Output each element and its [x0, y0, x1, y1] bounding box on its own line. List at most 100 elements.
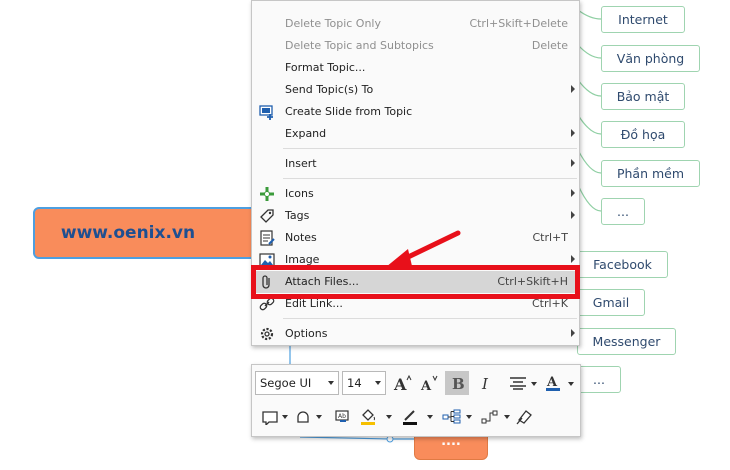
- subtopic-label: ...: [617, 204, 629, 219]
- subtopic-label: Đồ họa: [620, 127, 666, 142]
- subtopic[interactable]: Messenger: [577, 328, 676, 355]
- subtopic[interactable]: ...: [577, 366, 621, 393]
- subtopic-label: Phần mềm: [616, 166, 685, 181]
- font-color-button[interactable]: A: [541, 371, 565, 395]
- notes-icon: [258, 229, 276, 247]
- connector-line: [577, 9, 602, 20]
- subtopic[interactable]: Facebook: [577, 251, 668, 278]
- connector-line: [577, 184, 602, 212]
- menu-item-options[interactable]: Options: [252, 323, 579, 345]
- svg-text:A: A: [393, 375, 407, 392]
- shrink-font-button[interactable]: A: [417, 371, 441, 395]
- subtopic-label: ...: [593, 372, 605, 387]
- menu-item-label: Create Slide from Topic: [285, 105, 413, 118]
- menu-item-label: Expand: [285, 127, 327, 140]
- svg-text:I: I: [481, 375, 489, 391]
- subtopic[interactable]: Internet: [601, 6, 685, 33]
- svg-text:Ab: Ab: [338, 413, 346, 420]
- chevron-down-icon[interactable]: [386, 415, 392, 419]
- submenu-arrow-icon: [571, 159, 575, 167]
- grow-font-button[interactable]: A: [391, 371, 415, 395]
- menu-item-label: Tags: [285, 209, 310, 222]
- chevron-down-icon: [328, 381, 334, 385]
- subtopic-label: Internet: [618, 12, 668, 27]
- menu-item-label: Icons: [285, 187, 314, 200]
- submenu-arrow-icon: [571, 329, 575, 337]
- subtopic[interactable]: Văn phòng: [601, 45, 700, 72]
- line-shape-button[interactable]: [292, 405, 316, 429]
- svg-text:A: A: [546, 375, 558, 390]
- menu-item-shortcut: Ctrl+Skift+Delete: [469, 17, 568, 30]
- icons-icon: [258, 185, 276, 203]
- create-slide-icon: [258, 103, 276, 121]
- menu-item-label: Send Topic(s) To: [285, 83, 374, 96]
- subtopic[interactable]: Phần mềm: [601, 160, 700, 187]
- connector-style-button[interactable]: [478, 405, 502, 429]
- menu-item-expand[interactable]: Expand: [252, 123, 579, 145]
- submenu-arrow-icon: [571, 189, 575, 197]
- layout-button[interactable]: [440, 405, 464, 429]
- chevron-down-icon[interactable]: [316, 415, 322, 419]
- connector-line: [577, 149, 602, 174]
- chevron-down-icon[interactable]: [282, 415, 288, 419]
- menu-item-send-topics-to[interactable]: Send Topic(s) To: [252, 79, 579, 101]
- menu-separator: [283, 148, 577, 149]
- chevron-down-icon[interactable]: [427, 415, 433, 419]
- bold-button[interactable]: B: [445, 371, 469, 395]
- chevron-down-icon[interactable]: [466, 415, 472, 419]
- chevron-down-icon: [375, 381, 381, 385]
- subtopic-label: Facebook: [593, 257, 652, 272]
- menu-item-format-topic[interactable]: Format Topic...: [252, 57, 579, 79]
- central-topic[interactable]: www.oenix.vn: [33, 207, 263, 259]
- submenu-arrow-icon: [571, 255, 575, 263]
- connector-line: [577, 114, 602, 135]
- annotation-arrow-icon: [386, 230, 461, 267]
- subtopic-label: Văn phòng: [616, 51, 685, 66]
- subtopic-label: Messenger: [592, 334, 661, 349]
- format-painter-button[interactable]: Ab: [330, 405, 354, 429]
- menu-item-create-slide[interactable]: Create Slide from Topic: [252, 101, 579, 123]
- menu-item-label: Delete Topic Only: [285, 17, 381, 30]
- menu-item-label: Format Topic...: [285, 61, 366, 74]
- chevron-down-icon[interactable]: [568, 382, 574, 386]
- fill-color-button[interactable]: [356, 405, 380, 429]
- menu-item-label: Options: [285, 327, 328, 340]
- menu-item-insert[interactable]: Insert: [252, 153, 579, 175]
- topic-shape-button[interactable]: [258, 405, 282, 429]
- font-family-select[interactable]: Segoe UI: [255, 371, 339, 395]
- subtopic[interactable]: Bảo mật: [601, 83, 685, 110]
- menu-item-tags[interactable]: Tags: [252, 205, 579, 227]
- tag-icon: [258, 207, 276, 225]
- subtopic[interactable]: ...: [601, 198, 645, 225]
- subtopic-label: Bảo mật: [616, 89, 670, 104]
- svg-text:A: A: [420, 379, 432, 392]
- subtopic[interactable]: Đồ họa: [601, 121, 685, 148]
- menu-item-delete-topic-only[interactable]: Delete Topic Only Ctrl+Skift+Delete: [252, 13, 579, 35]
- line-color-button[interactable]: [398, 405, 422, 429]
- menu-item-label: Delete Topic and Subtopics: [285, 39, 434, 52]
- menu-item-icons[interactable]: Icons: [252, 183, 579, 205]
- connector-line: [577, 79, 602, 97]
- font-family-value: Segoe UI: [260, 376, 312, 390]
- font-size-select[interactable]: 14: [342, 371, 386, 395]
- menu-item-shortcut: Delete: [531, 39, 568, 52]
- subtopic[interactable]: Gmail: [577, 289, 645, 316]
- submenu-arrow-icon: [571, 211, 575, 219]
- menu-separator: [283, 318, 577, 319]
- format-toolbar: Segoe UI 14 A A B I A Ab: [251, 364, 581, 437]
- chevron-down-icon[interactable]: [531, 382, 537, 386]
- menu-item-label: Notes: [285, 231, 317, 244]
- submenu-arrow-icon: [571, 129, 575, 137]
- svg-text:B: B: [452, 375, 464, 391]
- submenu-arrow-icon: [571, 85, 575, 93]
- central-topic-label: www.oenix.vn: [60, 223, 196, 243]
- align-button[interactable]: [506, 371, 530, 395]
- menu-item-shortcut: Ctrl+T: [532, 231, 568, 244]
- gear-icon: [258, 325, 276, 343]
- clear-format-button[interactable]: [512, 405, 536, 429]
- menu-item-delete-topic-and-subtopics[interactable]: Delete Topic and Subtopics Delete: [252, 35, 579, 57]
- italic-button[interactable]: I: [474, 371, 498, 395]
- chevron-down-icon[interactable]: [504, 415, 510, 419]
- font-size-value: 14: [347, 376, 362, 390]
- connector-line: [299, 436, 414, 440]
